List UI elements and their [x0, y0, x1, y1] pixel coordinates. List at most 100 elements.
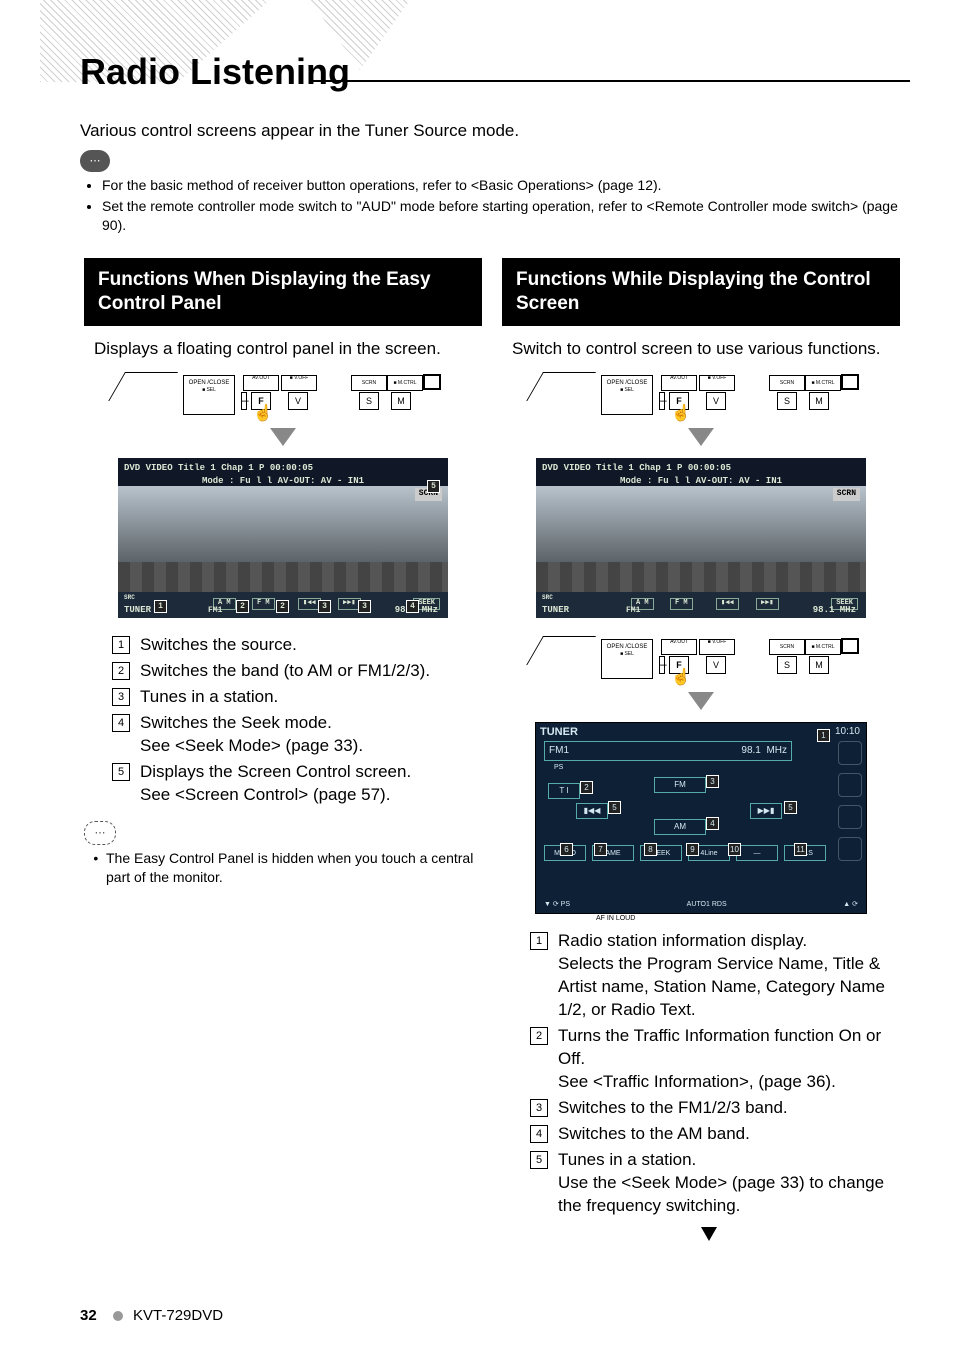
cb-v: V: [706, 392, 726, 410]
arrow-down-icon: [688, 692, 714, 710]
cb-m: M: [809, 392, 829, 410]
num-5: 5: [112, 763, 130, 781]
left-item-2: Switches the band (to AM or FM1/2/3).: [140, 660, 482, 683]
rnum-5: 5: [530, 1151, 548, 1169]
left-item-1: Switches the source.: [140, 634, 482, 657]
tuner-hdr: TUNER: [540, 725, 578, 740]
rnum-1: 1: [530, 932, 548, 950]
road-image: [536, 486, 866, 592]
cb-voff: ■ V.OFF: [281, 375, 317, 391]
dashed-note-icon: ⋯: [84, 821, 116, 845]
rnum-4: 4: [530, 1125, 548, 1143]
hand-pointer-icon: ☝: [671, 667, 691, 689]
cb-display-icon: [841, 638, 859, 654]
note-icon: ⋯: [80, 150, 110, 172]
left-heading: Functions When Displaying the Easy Contr…: [84, 258, 482, 326]
cb-s: S: [777, 656, 797, 674]
right-item-4: Switches to the AM band.: [558, 1123, 900, 1146]
arrow-down-icon: [688, 428, 714, 446]
page-title: Radio Listening: [80, 48, 350, 97]
t-callout-4: 4: [706, 817, 719, 830]
cb-scrn: SCRN: [769, 639, 805, 655]
fm1-label: FM1: [626, 606, 640, 617]
t-callout-7: 7: [594, 843, 607, 856]
footer: 32 KVT-729DVD: [80, 1306, 223, 1326]
num-2: 2: [112, 662, 130, 680]
control-bar-diagram: OPEN /CLOSE■ SEL AV.OUT ■ V.OFF – F V SC…: [123, 370, 443, 416]
tuner-band-box: FM1 98.1 MHz: [544, 741, 792, 761]
num-3: 3: [112, 688, 130, 706]
tuner-prev: ▮◀◀: [576, 803, 608, 819]
src-label: SRC: [124, 594, 135, 602]
t-callout-5b: 5: [784, 801, 797, 814]
cb-display-icon: [423, 374, 441, 390]
continue-arrow-icon: [701, 1227, 717, 1241]
t-callout-3: 3: [706, 775, 719, 788]
t-callout-10: 10: [728, 843, 741, 856]
control-bar-diagram-r1: OPEN /CLOSE■ SEL AV.OUT ■ V.OFF – F V SC…: [541, 370, 861, 416]
low-dash: —: [736, 845, 778, 861]
cb-scrn: SCRN: [769, 375, 805, 391]
t-callout-8: 8: [644, 843, 657, 856]
cb-scrn: SCRN: [351, 375, 387, 391]
tuner-ti: T I: [548, 783, 580, 799]
tuner-screen-mock: TUNER 10:10 FM1 98.1 MHz PS T I FM AM ▮◀…: [535, 722, 867, 914]
cb-mctrl: ■ M.CTRL: [805, 375, 841, 391]
screen-top-line: DVD VIDEO Title 1 Chap 1 P 00:00:05: [542, 462, 860, 474]
tuner-ps: PS: [554, 763, 563, 772]
dash-note-text: The Easy Control Panel is hidden when yo…: [106, 849, 482, 887]
side-icon-3: [838, 805, 862, 829]
cb-mctrl: ■ M.CTRL: [387, 375, 423, 391]
model-name: KVT-729DVD: [133, 1307, 223, 1324]
cb-open: OPEN /CLOSE■ SEL: [601, 639, 653, 679]
cb-open: OPEN /CLOSE■ SEL: [183, 375, 235, 415]
freq-label: 98.1 MHz: [813, 604, 856, 616]
left-column: Functions When Displaying the Easy Contr…: [84, 258, 482, 887]
num-4: 4: [112, 714, 130, 732]
callout-3a: 3: [318, 600, 331, 613]
cb-dash: –: [659, 392, 665, 410]
t-callout-9: 9: [686, 843, 699, 856]
note-1: For the basic method of receiver button …: [102, 176, 900, 195]
num-1: 1: [112, 636, 130, 654]
tuner-label: TUNER: [124, 604, 151, 616]
t-callout-5a: 5: [608, 801, 621, 814]
left-callout-list: 1 Switches the source. 2 Switches the band…: [112, 634, 482, 807]
tuner-lowbar: MONO AME SEEK 4Line — LO.S: [544, 845, 826, 861]
cb-avout: AV.OUT: [661, 639, 697, 655]
left-item-3: Tunes in a station.: [140, 686, 482, 709]
cb-avout: AV.OUT: [243, 375, 279, 391]
cb-open: OPEN /CLOSE■ SEL: [601, 375, 653, 415]
cb-wedge-icon: [526, 372, 596, 401]
right-item-3: Switches to the FM1/2/3 band.: [558, 1097, 900, 1120]
tuner-af-line: AF IN LOUD: [596, 914, 635, 923]
cb-v: V: [706, 656, 726, 674]
right-heading: Functions While Displaying the Control S…: [502, 258, 900, 326]
dvd-screen-mock: DVD VIDEO Title 1 Chap 1 P 00:00:05 Mode…: [118, 458, 448, 618]
callout-4: 4: [406, 600, 419, 613]
tuner-clock: 10:10: [835, 725, 860, 739]
screen-mode-line: Mode : Fu l l AV-OUT: AV - IN1: [542, 475, 860, 487]
rnum-3: 3: [530, 1099, 548, 1117]
tuner-status: ▼ ⟳ PS AUTO1 RDS ▲ ⟳: [544, 900, 858, 909]
notes-block: ⋯ For the basic method of receiver butto…: [80, 150, 900, 237]
note-2: Set the remote controller mode switch to…: [102, 197, 900, 235]
next-button: ▶▶▮: [756, 598, 779, 609]
right-item-5: Tunes in a station. Use the <Seek Mode> …: [558, 1149, 900, 1218]
scrn-button: SCRN: [833, 488, 860, 501]
callout-3b: 3: [358, 600, 371, 613]
t-callout-1: 1: [817, 729, 830, 742]
t-callout-6: 6: [560, 843, 573, 856]
side-icon-4: [838, 837, 862, 861]
t-callout-11: 11: [794, 843, 807, 856]
tuner-am: AM: [654, 819, 706, 835]
cb-avout: AV.OUT: [661, 375, 697, 391]
fm1-label: FM1: [208, 606, 222, 617]
callout-1: 1: [154, 600, 167, 613]
side-icon-1: [838, 741, 862, 765]
prev-button: ▮◀◀: [716, 598, 739, 609]
t-callout-2: 2: [580, 781, 593, 794]
cb-wedge-icon: [108, 372, 178, 401]
screen-top-line: DVD VIDEO Title 1 Chap 1 P 00:00:05: [124, 462, 442, 474]
right-item-1: Radio station information display. Selec…: [558, 930, 900, 1022]
